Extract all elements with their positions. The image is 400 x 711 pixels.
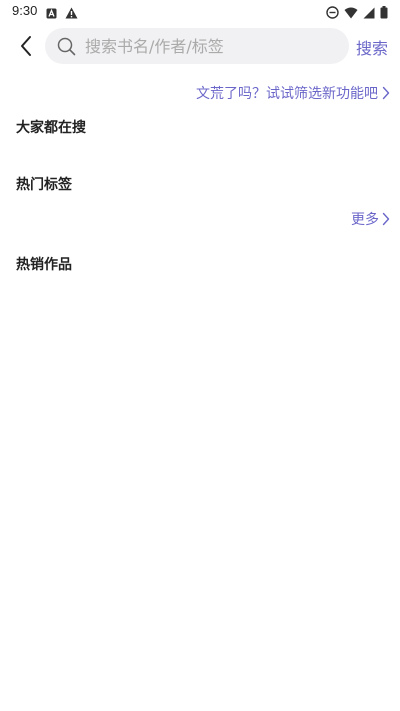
search-button[interactable]: 搜索 [356,35,388,59]
more-label: 更多 [351,212,379,228]
trending-searches-title: 大家都在搜 [16,120,86,136]
search-icon [57,37,76,55]
hot-tags-title: 热门标签 [16,177,72,193]
status-time: 9:30 [12,3,38,18]
status-left-icons [46,4,78,23]
filter-feature-link[interactable]: 文荒了吗？试试筛选新功能吧 [196,83,390,103]
chevron-right-icon [382,86,390,100]
wifi-icon [344,4,358,23]
back-button[interactable] [12,32,40,60]
search-input[interactable] [83,35,337,57]
chevron-right-icon [382,212,390,226]
search-box[interactable] [45,28,349,64]
chevron-left-icon [21,36,31,56]
dnd-icon [326,4,339,23]
a-badge-icon [46,4,57,23]
signal-icon [363,4,375,23]
bestsellers-title: 热销作品 [16,257,72,273]
warning-icon [65,4,78,23]
filter-feature-label: 文荒了吗？试试筛选新功能吧 [196,86,378,102]
battery-icon [380,4,388,23]
status-bar: 9:30 [0,0,400,24]
more-tags-link[interactable]: 更多 [351,209,390,229]
status-right-icons [326,4,388,23]
search-header: 搜索 [0,28,400,64]
